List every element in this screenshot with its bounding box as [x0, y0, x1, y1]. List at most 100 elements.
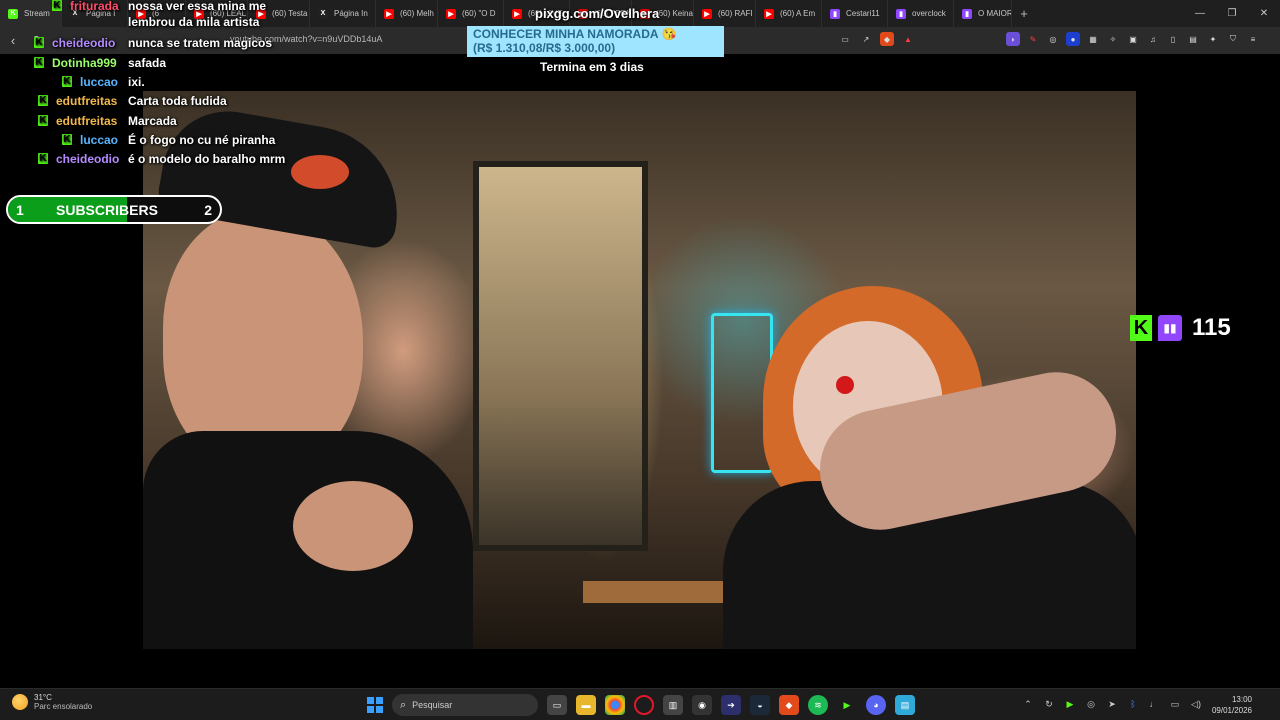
spotify-icon[interactable]: ≋ [808, 695, 828, 715]
tab-label: (60) Testa [272, 9, 308, 18]
window-controls: — ❐ ✕ [1184, 0, 1280, 27]
app-icon[interactable]: ▥ [663, 695, 683, 715]
browser-tab[interactable]: ▶ (60) "O D [438, 0, 504, 27]
wallet-icon[interactable]: ▤ [1186, 32, 1200, 46]
chat-text-line: lembrou da mila artista [128, 15, 260, 29]
browser-tab[interactable]: ▮ O MAIOR [954, 0, 1012, 27]
github-icon[interactable]: ◉ [692, 695, 712, 715]
chat-message: Kfriturada nossa ver essa mina me lembrou … [52, 0, 266, 30]
sync-icon[interactable]: ↻ [1043, 698, 1055, 710]
tray-app-icon[interactable]: ◎ [1085, 698, 1097, 710]
tab-favicon-icon: ▶ [764, 8, 774, 19]
pix-title: pixgg.com/Ovelhera [535, 6, 660, 21]
chat-username[interactable]: Dotinha999 [52, 55, 122, 71]
weather-desc: Parc ensolarado [34, 702, 93, 711]
discord-icon[interactable]: ◕ [866, 695, 886, 715]
tab-favicon-icon: ▮ [962, 8, 972, 19]
ai-icon[interactable]: ✦ [1206, 32, 1220, 46]
chat-text: nunca se tratem magicos [128, 35, 272, 51]
donation-goal-amount: (R$ 1.310,08/R$ 3.000,00) [473, 41, 616, 55]
kick-badge-icon: K [38, 95, 48, 106]
file-explorer-icon[interactable]: ▬ [576, 695, 596, 715]
chat-username[interactable]: luccao [80, 132, 122, 148]
browser-tab[interactable]: X Página In [310, 0, 376, 27]
maximize-icon[interactable]: ❐ [1216, 0, 1248, 27]
chat-text-line: nossa ver essa mina me [128, 0, 267, 13]
brave-icon[interactable]: ◆ [779, 695, 799, 715]
chat-username[interactable]: luccao [80, 74, 122, 90]
chat-message: Kcheideodio é o modelo do baralho mrm [38, 151, 285, 167]
kick-badge-icon: K [52, 0, 62, 11]
vpn-icon[interactable]: ⛉ [1226, 32, 1240, 46]
extension-icon[interactable]: ◎ [1046, 32, 1060, 46]
new-tab-button[interactable]: + [1012, 0, 1036, 27]
browser-tab[interactable]: ▮ overclock [888, 0, 954, 27]
notepad-icon[interactable]: ▤ [895, 695, 915, 715]
extension-icon[interactable]: ◗ [1006, 32, 1020, 46]
brave-shield-icon[interactable]: ◆ [880, 32, 894, 46]
network-icon[interactable]: ▭ [1169, 698, 1181, 710]
volume-icon[interactable]: ◁) [1190, 698, 1202, 710]
chat-username[interactable]: cheideodio [56, 151, 122, 167]
chat-message: Kluccao ixi. [62, 74, 145, 90]
kick-tray-icon[interactable]: ▶ [1064, 698, 1076, 710]
tab-label: (60) RAFI [718, 9, 753, 18]
menu-icon[interactable]: ≡ [1246, 32, 1260, 46]
browser-tab[interactable]: ▶ (60) A Em [756, 0, 822, 27]
chat-text-line: Carta toda fudida [128, 94, 227, 108]
extension-icon[interactable]: ✎ [1026, 32, 1040, 46]
chat-username[interactable]: friturada [70, 0, 122, 14]
chat-text: ixi. [128, 74, 145, 90]
browser-tab[interactable]: ▶ (60) Melh [376, 0, 438, 27]
cast-icon[interactable]: ▭ [838, 32, 852, 46]
kick-badge-icon: K [34, 37, 44, 48]
opera-icon[interactable] [634, 695, 654, 715]
video-person-left-hand [293, 481, 413, 571]
browser-tab[interactable]: ▮ Cestari11 [822, 0, 888, 27]
close-icon[interactable]: ✕ [1248, 0, 1280, 27]
share-icon[interactable]: ↗ [859, 32, 873, 46]
microphone-icon[interactable]: ♩ [1148, 698, 1160, 710]
twitch-logo-icon: ▮▮ [1158, 315, 1182, 341]
chat-username[interactable]: cheideodio [52, 35, 122, 51]
tab-favicon-icon: ▶ [384, 8, 394, 19]
chat-text-line: é o modelo do baralho mrm [128, 152, 286, 166]
tab-label: Página In [334, 9, 368, 18]
video-frame[interactable] [143, 91, 1136, 649]
kick-app-icon[interactable]: ▶ [837, 695, 857, 715]
puzzle-icon[interactable]: ✧ [1106, 32, 1120, 46]
browser-tab[interactable]: ▶ (60) RAFI [694, 0, 756, 27]
extension-icon[interactable]: ▦ [1086, 32, 1100, 46]
tray-app-icon[interactable]: ➤ [1106, 698, 1118, 710]
brave-rewards-icon[interactable]: ▲ [901, 32, 915, 46]
taskbar-search[interactable]: ⌕ Pesquisar [392, 694, 538, 716]
tab-favicon-icon: ▶ [446, 8, 456, 19]
chat-message: K Dotinha999 safada [34, 55, 166, 71]
video-table [583, 581, 733, 603]
bluetooth-icon[interactable]: ᛒ [1127, 698, 1139, 710]
donation-goal-title: CONHECER MINHA NAMORADA 😘 [473, 27, 677, 41]
address-actions: ▭ ↗ ◆ ▲ [838, 32, 915, 46]
app-icon[interactable]: ➔ [721, 695, 741, 715]
back-icon[interactable]: ‹ [0, 27, 26, 54]
music-icon[interactable]: ♫ [1146, 32, 1160, 46]
chat-username[interactable]: edutfreitas [56, 113, 122, 129]
chat-text: Marcada [128, 113, 177, 129]
clock[interactable]: 13:00 09/01/2026 [1212, 694, 1252, 716]
chat-username[interactable]: edutfreitas [56, 93, 122, 109]
start-button[interactable] [367, 697, 383, 713]
task-view-icon[interactable]: ▭ [547, 695, 567, 715]
chrome-icon[interactable] [605, 695, 625, 715]
tab-label: (60) "O D [462, 9, 496, 18]
tab-search-icon[interactable]: ▣ [1126, 32, 1140, 46]
weather-widget[interactable]: 31°C Parc ensolarado [12, 693, 92, 711]
system-tray: ⌃ ↻ ▶ ◎ ➤ ᛒ ♩ ▭ ◁) [1022, 698, 1202, 710]
extension-icon[interactable]: ● [1066, 32, 1080, 46]
sidebar-icon[interactable]: ▯ [1166, 32, 1180, 46]
steam-icon[interactable]: ◒ [750, 695, 770, 715]
minimize-icon[interactable]: — [1184, 0, 1216, 27]
taskbar-apps: ▭ ▬ ▥ ◉ ➔ ◒ ◆ ≋ ▶ ◕ ▤ [547, 695, 915, 715]
chevron-up-icon[interactable]: ⌃ [1022, 698, 1034, 710]
chat-text-line: É o fogo no cu né piranha [128, 133, 276, 147]
chat-text-line: safada [128, 56, 167, 70]
